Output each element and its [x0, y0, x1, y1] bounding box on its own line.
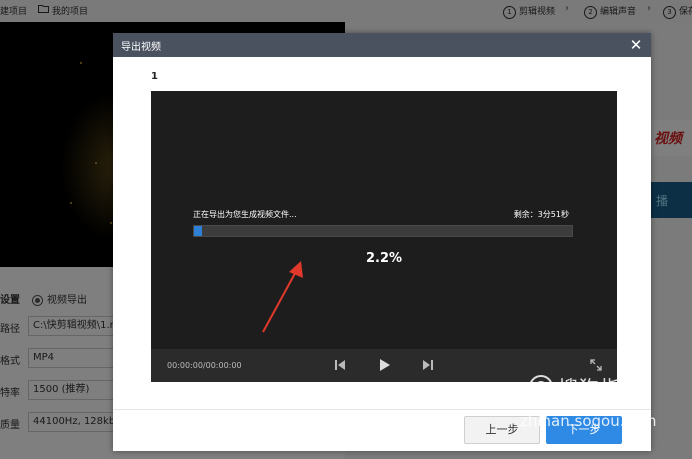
- sogou-logo-icon: [529, 375, 553, 399]
- dialog-header: 导出视频 ✕: [113, 33, 651, 57]
- export-status-text: 正在导出为您生成视频文件...: [193, 210, 297, 219]
- progress-fill: [194, 226, 203, 236]
- remaining-time: 剩余：3分51秒: [513, 210, 569, 219]
- watermark: 搜狗指南 zhinan.sogou.com: [520, 372, 690, 432]
- export-player: 正在导出为您生成视频文件... 剩余：3分51秒 2.2% 00:00:00/0…: [151, 91, 617, 382]
- play-icon[interactable]: [377, 358, 391, 372]
- watermark-url: zhinan.sogou.com: [520, 412, 657, 430]
- export-progress-bar: [193, 225, 573, 237]
- dialog-title: 导出视频: [121, 42, 161, 53]
- annotation-arrow-icon: [262, 261, 303, 333]
- playback-time: 00:00:00/00:00:00: [167, 361, 242, 370]
- fullscreen-icon[interactable]: [589, 358, 603, 372]
- step-indicator: 1: [151, 71, 158, 82]
- skip-back-icon[interactable]: [333, 358, 347, 372]
- watermark-text: 搜狗指南: [558, 376, 642, 400]
- skip-forward-icon[interactable]: [421, 358, 435, 372]
- progress-percent: 2.2%: [365, 251, 403, 266]
- close-icon[interactable]: ✕: [627, 36, 645, 54]
